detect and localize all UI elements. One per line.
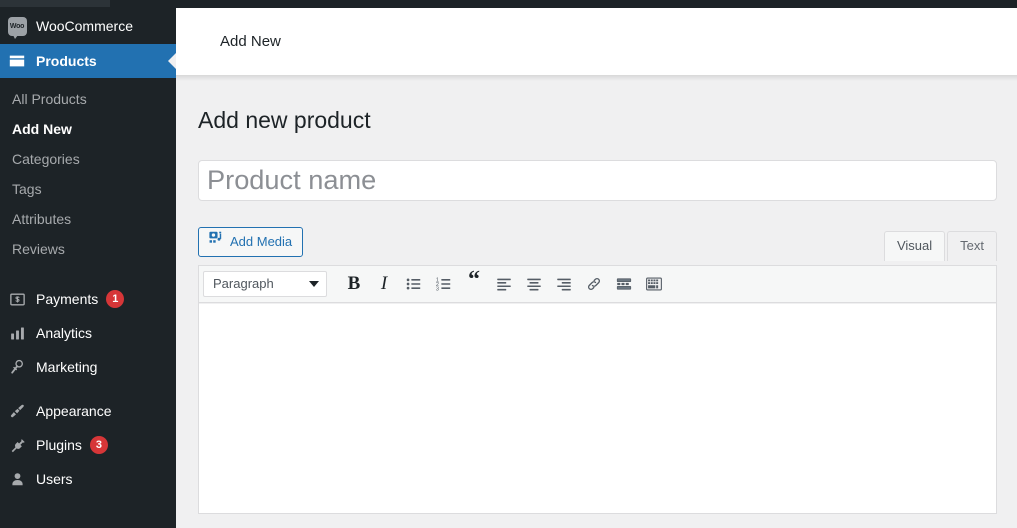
analytics-bars-icon bbox=[7, 323, 27, 343]
align-center-icon[interactable] bbox=[519, 269, 549, 299]
admin-bar bbox=[0, 0, 1017, 8]
header-shadow bbox=[176, 75, 1017, 81]
sidebar-item-label-woocommerce: WooCommerce bbox=[36, 18, 133, 34]
content-wrap: Add new product Product name Add Media V… bbox=[176, 75, 1017, 514]
svg-text:3: 3 bbox=[436, 286, 439, 292]
admin-screen: Woo WooCommerce Products All Products Ad… bbox=[0, 0, 1017, 528]
sidebar-subitem-all-products[interactable]: All Products bbox=[0, 84, 176, 114]
products-submenu: All Products Add New Categories Tags Att… bbox=[0, 78, 176, 272]
header-tab-add-new[interactable]: Add New bbox=[220, 33, 281, 50]
editor-container: Paragraph B I 1 2 3 “ bbox=[198, 264, 997, 514]
chevron-down-icon bbox=[309, 280, 319, 287]
admin-media-icon bbox=[207, 228, 224, 256]
sidebar-subitem-attributes[interactable]: Attributes bbox=[0, 204, 176, 234]
woo-logo-bubble: Woo bbox=[7, 16, 27, 39]
sidebar-item-label-payments: Payments bbox=[36, 291, 99, 307]
admin-bar-left-segment bbox=[0, 0, 110, 7]
sidebar-item-label-products: Products bbox=[36, 53, 97, 69]
paragraph-format-select[interactable]: Paragraph bbox=[203, 270, 327, 297]
editor-toolbar: Paragraph B I 1 2 3 “ bbox=[199, 265, 996, 303]
sidebar-item-products[interactable]: Products bbox=[0, 44, 176, 78]
sidebar-subitem-categories[interactable]: Categories bbox=[0, 144, 176, 174]
sidebar-item-users[interactable]: Users bbox=[0, 462, 176, 496]
page-title: Add new product bbox=[198, 107, 371, 133]
sidebar-item-plugins[interactable]: Plugins 3 bbox=[0, 428, 176, 462]
users-person-icon bbox=[7, 469, 27, 489]
editor-mode-tabs: Visual Text bbox=[883, 230, 997, 262]
numbered-list-icon[interactable]: 1 2 3 bbox=[429, 269, 459, 299]
product-description-editor: Add Media Visual Text Paragraph B I 1 2 … bbox=[198, 226, 997, 514]
page-header-bar: Add New bbox=[176, 8, 1017, 81]
add-media-button[interactable]: Add Media bbox=[198, 226, 304, 257]
align-right-icon[interactable] bbox=[549, 269, 579, 299]
align-left-icon[interactable] bbox=[489, 269, 519, 299]
woo-logo-icon: Woo bbox=[7, 16, 27, 39]
sidebar-item-label-plugins: Plugins bbox=[36, 437, 82, 453]
add-media-label: Add Media bbox=[230, 233, 293, 249]
main-content-area: Add New Add new product Product name Add… bbox=[176, 8, 1017, 528]
sidebar-subitem-tags[interactable]: Tags bbox=[0, 174, 176, 204]
appearance-brush-icon bbox=[7, 401, 27, 421]
plugins-plug-icon bbox=[7, 435, 27, 455]
sidebar-item-label-appearance: Appearance bbox=[36, 403, 112, 419]
bulleted-list-icon[interactable] bbox=[399, 269, 429, 299]
editor-content-body[interactable] bbox=[199, 302, 996, 513]
sidebar-item-payments[interactable]: Payments 1 bbox=[0, 282, 176, 316]
tab-text[interactable]: Text bbox=[947, 230, 997, 262]
toolbar-toggle-icon[interactable] bbox=[639, 269, 669, 299]
link-icon[interactable] bbox=[579, 269, 609, 299]
payments-dollar-icon bbox=[7, 289, 27, 309]
menu-separator bbox=[0, 272, 176, 282]
payments-badge-count: 1 bbox=[106, 290, 125, 308]
sidebar-item-appearance[interactable]: Appearance bbox=[0, 394, 176, 428]
paragraph-format-value: Paragraph bbox=[213, 276, 274, 292]
sidebar-item-label-analytics: Analytics bbox=[36, 325, 93, 341]
admin-sidebar-menu: Woo WooCommerce Products All Products Ad… bbox=[0, 8, 176, 528]
italic-icon[interactable]: I bbox=[369, 269, 399, 299]
marketing-megaphone-icon bbox=[7, 357, 27, 377]
media-buttons: Add Media bbox=[198, 226, 304, 265]
sidebar-item-analytics[interactable]: Analytics bbox=[0, 316, 176, 350]
menu-separator-2 bbox=[0, 384, 176, 394]
product-name-input[interactable] bbox=[198, 159, 997, 201]
products-box-icon bbox=[7, 51, 27, 71]
sidebar-subitem-reviews[interactable]: Reviews bbox=[0, 234, 176, 264]
sidebar-item-label-marketing: Marketing bbox=[36, 359, 98, 375]
plugins-badge-count: 3 bbox=[89, 436, 108, 454]
bold-icon[interactable]: B bbox=[339, 269, 369, 299]
blockquote-icon[interactable]: “ bbox=[459, 268, 489, 299]
sidebar-item-woocommerce[interactable]: Woo WooCommerce bbox=[0, 8, 176, 44]
sidebar-subitem-add-new[interactable]: Add New bbox=[0, 114, 176, 144]
read-more-icon[interactable] bbox=[609, 269, 639, 299]
tab-visual[interactable]: Visual bbox=[883, 230, 946, 262]
sidebar-item-label-users: Users bbox=[36, 471, 73, 487]
sidebar-item-marketing[interactable]: Marketing bbox=[0, 350, 176, 384]
product-title-wrap bbox=[198, 159, 997, 201]
